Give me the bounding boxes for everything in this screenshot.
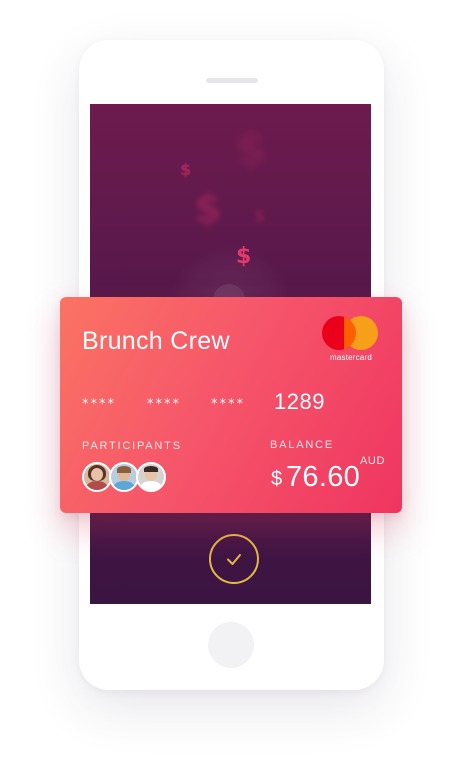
currency-code: AUD	[360, 455, 386, 467]
masked-digits: ****	[211, 397, 245, 412]
confirm-button[interactable]	[209, 534, 259, 584]
masked-digits: ****	[147, 397, 181, 412]
mastercard-wordmark: mastercard	[329, 353, 372, 362]
avatar[interactable]	[82, 462, 112, 492]
dollar-icon: $	[235, 122, 268, 176]
phone-speaker	[206, 78, 258, 83]
dollar-icon: $	[236, 244, 252, 269]
card-last-four: 1289	[274, 389, 325, 414]
balance-label: BALANCE	[270, 439, 334, 451]
checkmark-icon	[227, 554, 241, 565]
currency-symbol: $	[271, 468, 283, 490]
masked-digits: ****	[82, 397, 116, 412]
avatar[interactable]	[136, 462, 166, 492]
dollar-icon: $	[254, 206, 266, 225]
dollar-icon: $	[194, 186, 222, 232]
home-button[interactable]	[208, 622, 254, 668]
mastercard-overlap	[344, 316, 356, 350]
payment-card[interactable]: Brunch Crew mastercard **** **** **** 12…	[60, 297, 402, 513]
mastercard-logo: mastercard	[322, 316, 382, 362]
avatar[interactable]	[109, 462, 139, 492]
participants-label: PARTICIPANTS	[82, 440, 182, 452]
dollar-icon: $	[180, 160, 192, 179]
card-title: Brunch Crew	[82, 327, 230, 355]
balance-value: 76.60	[286, 461, 361, 493]
